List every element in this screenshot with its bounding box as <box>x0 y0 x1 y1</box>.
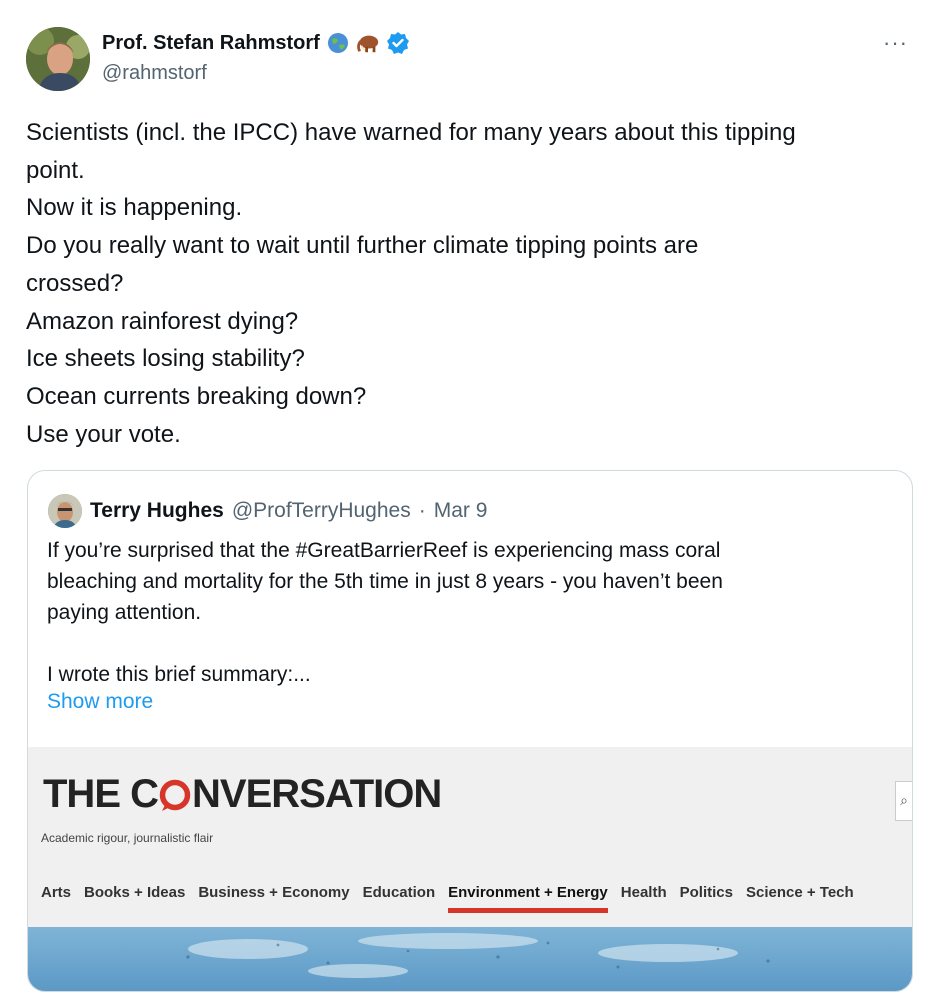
nav-item-politics: Politics <box>679 884 733 901</box>
quoted-tweet-header: Terry Hughes @ProfTerryHughes · Mar 9 <box>48 494 487 528</box>
site-tagline: Academic rigour, journalistic flair <box>41 831 214 845</box>
author-row: Prof. Stefan Rahmstorf <box>102 31 410 55</box>
nav-item-business-economy: Business + Economy <box>198 884 350 901</box>
mammoth-emoji-icon <box>356 31 380 55</box>
quoted-line: I wrote this brief summary:... <box>47 663 311 686</box>
quoted-author-name[interactable]: Terry Hughes <box>90 499 224 523</box>
quoted-author-handle[interactable]: @ProfTerryHughes <box>232 499 411 523</box>
author-display-name[interactable]: Prof. Stefan Rahmstorf <box>102 32 320 55</box>
logo-text-end: NVERSATION <box>192 772 442 816</box>
tweet-line: Now it is happening. <box>26 194 243 222</box>
quoted-line: If you’re surprised that the #GreatBarri… <box>47 539 721 562</box>
speech-bubble-o-icon <box>158 775 192 815</box>
author-handle[interactable]: @rahmstorf <box>102 62 207 85</box>
globe-emoji-icon <box>326 31 350 55</box>
quoted-tweet-date[interactable]: Mar 9 <box>434 499 488 523</box>
tweet-line: crossed? <box>26 269 124 297</box>
more-options-button[interactable]: ··· <box>883 30 908 56</box>
quoted-tweet-card[interactable]: Terry Hughes @ProfTerryHughes · Mar 9 If… <box>27 470 913 992</box>
site-nav: Arts Books + Ideas Business + Economy Ed… <box>41 884 854 913</box>
nav-item-science-tech: Science + Tech <box>745 884 854 901</box>
nav-item-environment-energy: Environment + Energy <box>448 884 608 913</box>
nav-item-education: Education <box>362 884 436 901</box>
nav-item-arts: Arts <box>41 884 72 901</box>
author-avatar[interactable] <box>26 27 90 91</box>
meta-separator: · <box>418 499 426 522</box>
avatar-photo <box>26 27 90 91</box>
tweet-line: Ice sheets losing stability? <box>26 345 305 373</box>
quoted-tweet-text: If you’re surprised that the #GreatBarri… <box>47 535 897 690</box>
tweet-line: point. <box>26 156 85 184</box>
tweet-line: Amazon rainforest dying? <box>26 307 299 335</box>
quoted-line: paying attention. <box>47 601 202 624</box>
logo-text-start: THE C <box>43 772 159 816</box>
search-icon: ⌕ <box>895 781 912 821</box>
nav-item-health: Health <box>620 884 667 901</box>
conversation-logo: THE C NVERSATION <box>43 772 442 817</box>
article-hero-image <box>28 927 912 991</box>
nav-item-books-ideas: Books + Ideas <box>84 884 186 901</box>
tweet-text: Scientists (incl. the IPCC) have warned … <box>26 114 916 453</box>
link-preview[interactable]: THE C NVERSATION Academic rigour, journa… <box>28 747 912 991</box>
tweet-line: Ocean currents breaking down? <box>26 382 367 410</box>
quoted-author-avatar[interactable] <box>48 494 82 528</box>
verified-badge-icon[interactable] <box>386 31 410 55</box>
show-more-link[interactable]: Show more <box>47 690 153 714</box>
tweet-line: Do you really want to wait until further… <box>26 232 699 260</box>
tweet-line: Use your vote. <box>26 420 181 448</box>
tweet-line: Scientists (incl. the IPCC) have warned … <box>26 119 796 146</box>
quoted-line: bleaching and mortality for the 5th time… <box>47 570 723 593</box>
